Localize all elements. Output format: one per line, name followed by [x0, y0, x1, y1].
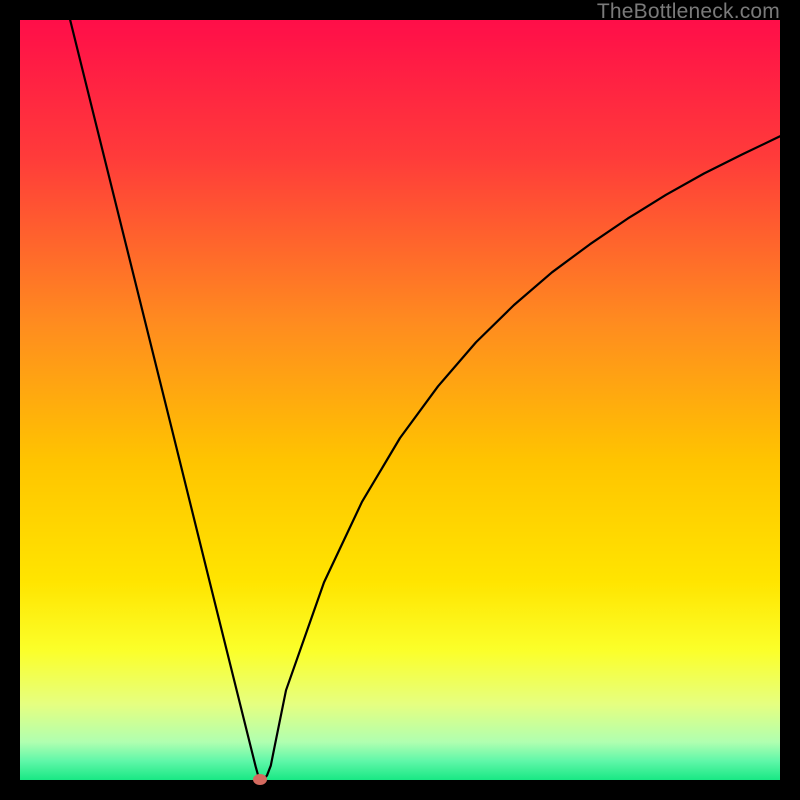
optimal-point-marker	[253, 774, 267, 785]
chart-background	[20, 20, 780, 780]
chart-frame	[20, 20, 780, 780]
watermark-text: TheBottleneck.com	[597, 0, 780, 24]
